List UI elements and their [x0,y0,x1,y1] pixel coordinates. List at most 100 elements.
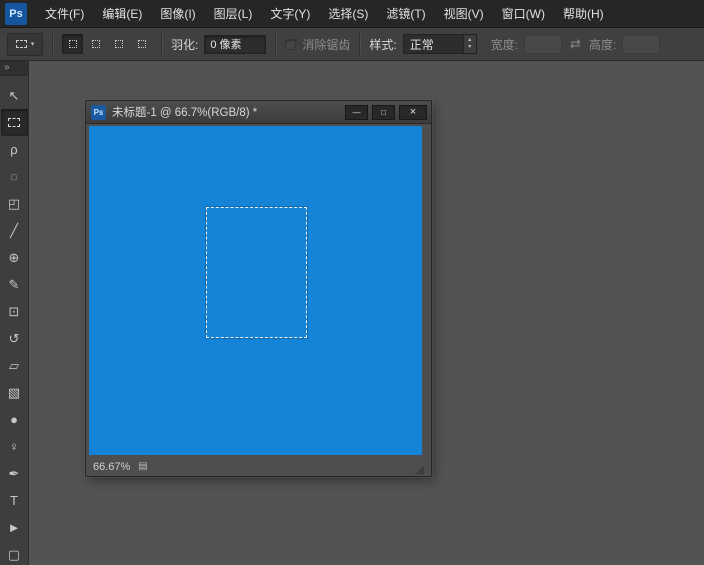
document-body [86,124,431,457]
width-input[interactable] [524,34,563,54]
document-window: Ps 未标题-1 @ 66.7%(RGB/8) * — □ × 66.67% ▤… [85,100,432,477]
feather-label: 羽化: [171,37,199,52]
spinner-down-icon: ▾ [468,44,472,50]
toolbar-collapse-button[interactable]: » [0,61,28,76]
tool-quick-select[interactable]: ◌ [1,163,28,190]
zoom-level[interactable]: 66.67% [93,461,130,473]
workspace: Ps 未标题-1 @ 66.7%(RGB/8) * — □ × 66.67% ▤… [29,61,704,565]
divider [52,33,53,55]
brush-icon: ✎ [8,276,20,292]
document-titlebar[interactable]: Ps 未标题-1 @ 66.7%(RGB/8) * — □ × [86,101,431,124]
tool-path-select[interactable]: ► [1,514,28,541]
eyedropper-icon: ╱ [10,222,18,238]
tool-brush[interactable]: ✎ [1,271,28,298]
style-select[interactable]: 正常 ▴ ▾ [402,34,477,54]
tool-pen[interactable]: ✒ [1,460,28,487]
chevron-down-icon: ▾ [30,41,35,48]
document-statusbar: 66.67% ▤ ◢ [86,457,431,476]
photoshop-app: Ps 文件(F) 编辑(E) 图像(I) 图层(L) 文字(Y) 选择(S) 滤镜(T) 视图… [0,0,704,565]
options-bar: ▾ 羽化: 0 像素 消除锯齿 样式: 正常 ▴ ▾ 宽度: ⇄ 高度: [0,28,704,61]
resize-grip-icon[interactable]: ◢ [416,465,424,476]
blur-icon: ● [10,412,18,427]
menu-bar: Ps 文件(F) 编辑(E) 图像(I) 图层(L) 文字(Y) 选择(S) 滤镜(T) 视图… [0,0,704,28]
pen-icon: ✒ [8,465,20,481]
height-input[interactable] [622,34,661,54]
window-controls: — □ × [345,104,427,120]
style-label: 样式: [369,37,397,52]
tool-palette: » ↖ ρ ◌ ◰ ╱ ⊕ ✎ ⊡ ↺ ▱ ▧ ● ♀ ✒ T ► ▢ [0,61,29,565]
tool-crop[interactable]: ◰ [1,190,28,217]
crop-icon: ◰ [7,195,21,211]
menu-item-select[interactable]: 选择(S) [319,0,377,27]
canvas[interactable] [89,126,422,455]
feather-input[interactable]: 0 像素 [204,34,267,54]
menu-item-help[interactable]: 帮助(H) [554,0,613,27]
antialias-label: 消除锯齿 [302,37,351,52]
tool-text[interactable]: T [1,487,28,514]
tool-healing-brush[interactable]: ⊕ [1,244,28,271]
toolbar-tools: ↖ ρ ◌ ◰ ╱ ⊕ ✎ ⊡ ↺ ▱ ▧ ● ♀ ✒ T ► ▢ [0,76,28,565]
menu-item-view[interactable]: 视图(V) [435,0,493,27]
menu-item-file[interactable]: 文件(F) [36,0,93,27]
quick-select-icon: ◌ [10,169,18,184]
history-brush-icon: ↺ [8,330,20,346]
swap-dimensions-icon[interactable]: ⇄ [568,36,583,52]
gradient-icon: ▧ [7,384,21,400]
maximize-button[interactable]: □ [372,104,395,120]
divider [161,33,162,55]
width-label: 宽度: [490,37,519,52]
intersect-selection-icon [137,40,146,48]
subtract-selection-icon [114,40,123,48]
antialias-checkbox[interactable] [285,38,297,50]
tool-lasso[interactable]: ρ [1,136,28,163]
menu-bar-items: 文件(F) 编辑(E) 图像(I) 图层(L) 文字(Y) 选择(S) 滤镜(T) 视图(V)… [36,0,613,27]
add-selection-icon [91,40,100,48]
tool-eraser[interactable]: ▱ [1,352,28,379]
path-select-icon: ► [7,520,21,535]
file-info-icon[interactable]: ▤ [138,461,147,472]
tool-history-brush[interactable]: ↺ [1,325,28,352]
move-icon: ↖ [8,87,20,103]
menu-item-edit[interactable]: 编辑(E) [93,0,151,27]
spinner-icon[interactable]: ▴ ▾ [462,35,476,53]
text-icon: T [10,493,18,508]
rect-marquee-icon [8,118,20,127]
selection-mode-group [62,34,152,54]
tool-shape[interactable]: ▢ [1,541,28,565]
menu-item-window[interactable]: 窗口(W) [493,0,554,27]
tool-preset-button[interactable]: ▾ [7,32,43,56]
spinner-up-icon: ▴ [468,36,472,43]
tool-move[interactable]: ↖ [1,82,28,109]
dodge-icon: ♀ [9,439,19,454]
intersect-selection-button[interactable] [131,34,152,54]
height-label: 高度: [588,37,617,52]
style-select-value: 正常 [409,37,434,52]
clone-stamp-icon: ⊡ [8,303,20,319]
shape-icon: ▢ [7,546,21,562]
tool-gradient[interactable]: ▧ [1,379,28,406]
tool-dodge[interactable]: ♀ [1,433,28,460]
new-selection-button[interactable] [62,34,83,54]
menu-item-layer[interactable]: 图层(L) [205,0,262,27]
tool-clone-stamp[interactable]: ⊡ [1,298,28,325]
menu-item-filter[interactable]: 滤镜(T) [377,0,434,27]
document-title: 未标题-1 @ 66.7%(RGB/8) * [112,107,258,119]
minimize-button[interactable]: — [345,104,368,120]
app-logo-icon: Ps [5,2,27,25]
add-selection-button[interactable] [85,34,106,54]
new-selection-icon [68,40,77,48]
healing-brush-icon: ⊕ [8,249,20,265]
close-button[interactable]: × [399,104,427,120]
selection-marquee[interactable] [206,207,307,338]
subtract-selection-button[interactable] [108,34,129,54]
eraser-icon: ▱ [9,357,19,373]
divider [359,33,361,55]
menu-item-image[interactable]: 图像(I) [151,0,204,27]
lasso-icon: ρ [10,142,18,157]
tool-eyedropper[interactable]: ╱ [1,217,28,244]
tool-rect-marquee[interactable] [0,109,28,136]
tool-blur[interactable]: ● [1,406,28,433]
rect-marquee-icon [15,40,27,48]
menu-item-type[interactable]: 文字(Y) [261,0,319,27]
document-ps-icon: Ps [91,104,106,120]
